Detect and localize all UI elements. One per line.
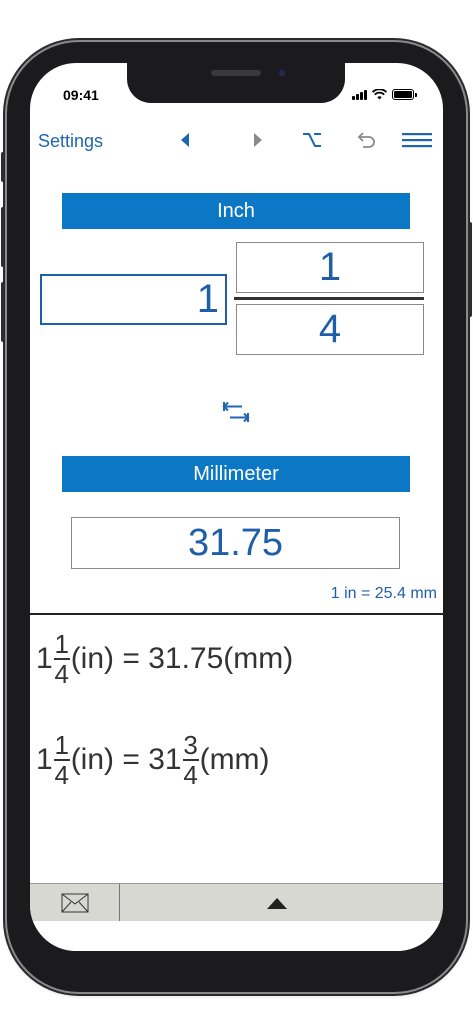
hamburger-menu-icon [402,133,432,148]
toolbar: Settings [30,125,443,155]
result-numerator: 1 [54,730,69,760]
result-equation: (in) = 31.75(mm) [70,642,294,675]
output-unit-header[interactable]: Millimeter [62,456,410,492]
battery-icon [392,89,417,100]
speaker [211,70,261,76]
result-fraction: 1 4 [53,629,70,689]
notch [127,63,345,103]
wifi-icon [372,89,387,100]
numerator-field[interactable]: 1 [236,242,424,293]
volume-down-button [1,282,5,342]
denominator-field[interactable]: 4 [236,304,424,355]
mute-switch [1,152,5,182]
result-denominator: 4 [54,659,69,689]
next-unit-button[interactable] [243,125,273,155]
result-fraction: 1 4 [53,730,70,790]
result-unit: (mm) [199,743,270,776]
result-numerator: 1 [54,629,69,659]
swap-units-icon[interactable] [220,396,252,428]
result-equation: (in) = 31 [70,743,182,776]
conversion-ratio: 1 in = 25.4 mm [330,585,437,602]
power-button [468,222,472,317]
undo-button[interactable] [352,125,382,155]
whole-number-field[interactable]: 1 [40,274,227,325]
fraction-bar [234,297,424,300]
envelope-icon [61,893,88,913]
home-indicator-area [30,921,443,951]
caret-left-icon [181,133,189,147]
result-mm-numerator: 3 [183,730,198,760]
result-denominator: 4 [54,760,69,790]
caret-right-icon [254,133,262,147]
result-mm-denominator: 4 [183,760,198,790]
input-unit-header[interactable]: Inch [62,193,410,229]
result-whole: 1 [36,743,53,776]
result-whole: 1 [36,642,53,675]
option-button[interactable] [297,125,327,155]
expand-up-icon[interactable] [267,898,287,909]
result-value: 31.75 [71,517,400,569]
status-time: 09:41 [63,87,99,103]
status-indicators [352,89,417,100]
previous-unit-button[interactable] [170,125,200,155]
camera [277,68,287,78]
option-key-icon [303,133,321,147]
section-divider [30,613,443,615]
menu-button[interactable] [400,125,434,155]
cellular-signal-icon [352,89,367,100]
undo-icon [357,132,375,148]
app-screen: 09:41 Settings Inch 1 1 4 Millimeter 31.… [30,63,443,951]
bottom-bar [30,883,443,922]
result-mm-fraction: 3 4 [182,730,199,790]
mail-button[interactable] [30,884,120,922]
result-line-decimal: 1 1 4 (in) = 31.75(mm) [36,630,293,688]
volume-up-button [1,207,5,267]
settings-button[interactable]: Settings [38,131,103,152]
result-line-fraction: 1 1 4 (in) = 31 3 4 (mm) [36,731,270,789]
